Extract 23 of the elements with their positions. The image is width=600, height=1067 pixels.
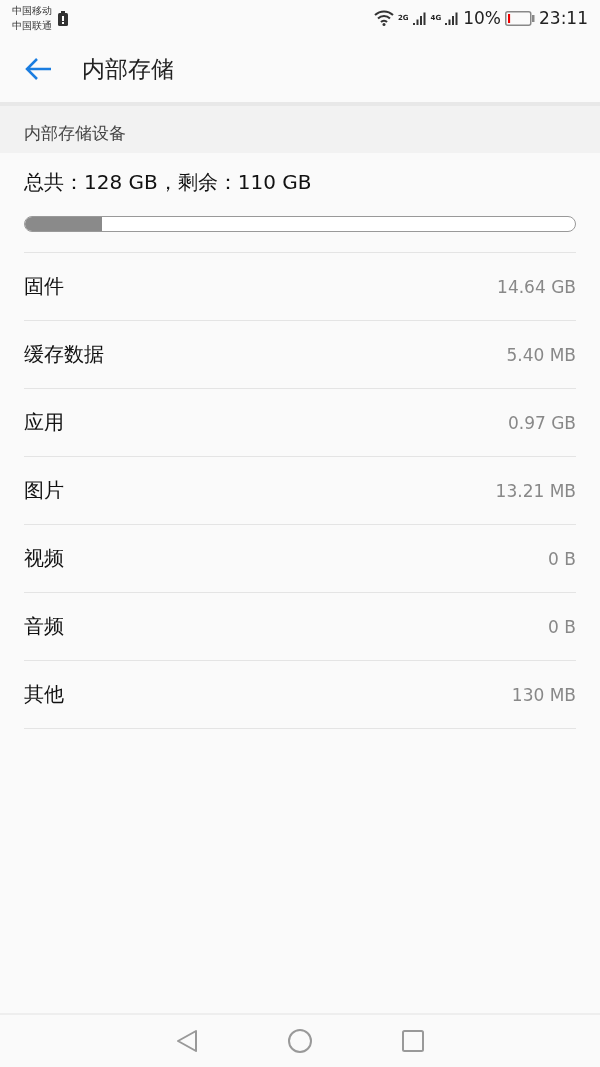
recents-icon[interactable] <box>402 1030 424 1052</box>
storage-row[interactable]: 音频 0 B <box>24 592 576 660</box>
signal-icon <box>412 11 427 25</box>
home-icon[interactable] <box>288 1029 312 1053</box>
back-arrow-icon[interactable] <box>24 57 52 81</box>
carrier-name: 中国移动 <box>12 4 52 18</box>
storage-row[interactable]: 图片 13.21 MB <box>24 456 576 524</box>
signal-icon <box>445 11 460 25</box>
storage-row[interactable]: 应用 0.97 GB <box>24 388 576 456</box>
battery-percent: 10% <box>463 8 501 28</box>
storage-row[interactable]: 其他 130 MB <box>24 660 576 728</box>
storage-summary: 总共：128 GB，剩余：110 GB <box>24 169 313 196</box>
storage-row[interactable]: 固件 14.64 GB <box>24 252 576 320</box>
clock: 23:11 <box>539 8 588 28</box>
wifi-icon <box>373 10 394 26</box>
page-title: 内部存储 <box>82 54 174 84</box>
storage-row[interactable]: 视频 0 B <box>24 524 576 592</box>
storage-row[interactable]: 缓存数据 5.40 MB <box>24 320 576 388</box>
section-header: 内部存储设备 <box>0 106 600 153</box>
carrier-name: 中国联通 <box>12 19 52 33</box>
battery-icon <box>505 10 535 26</box>
battery-alert-icon <box>58 10 68 26</box>
back-icon[interactable] <box>176 1029 198 1053</box>
